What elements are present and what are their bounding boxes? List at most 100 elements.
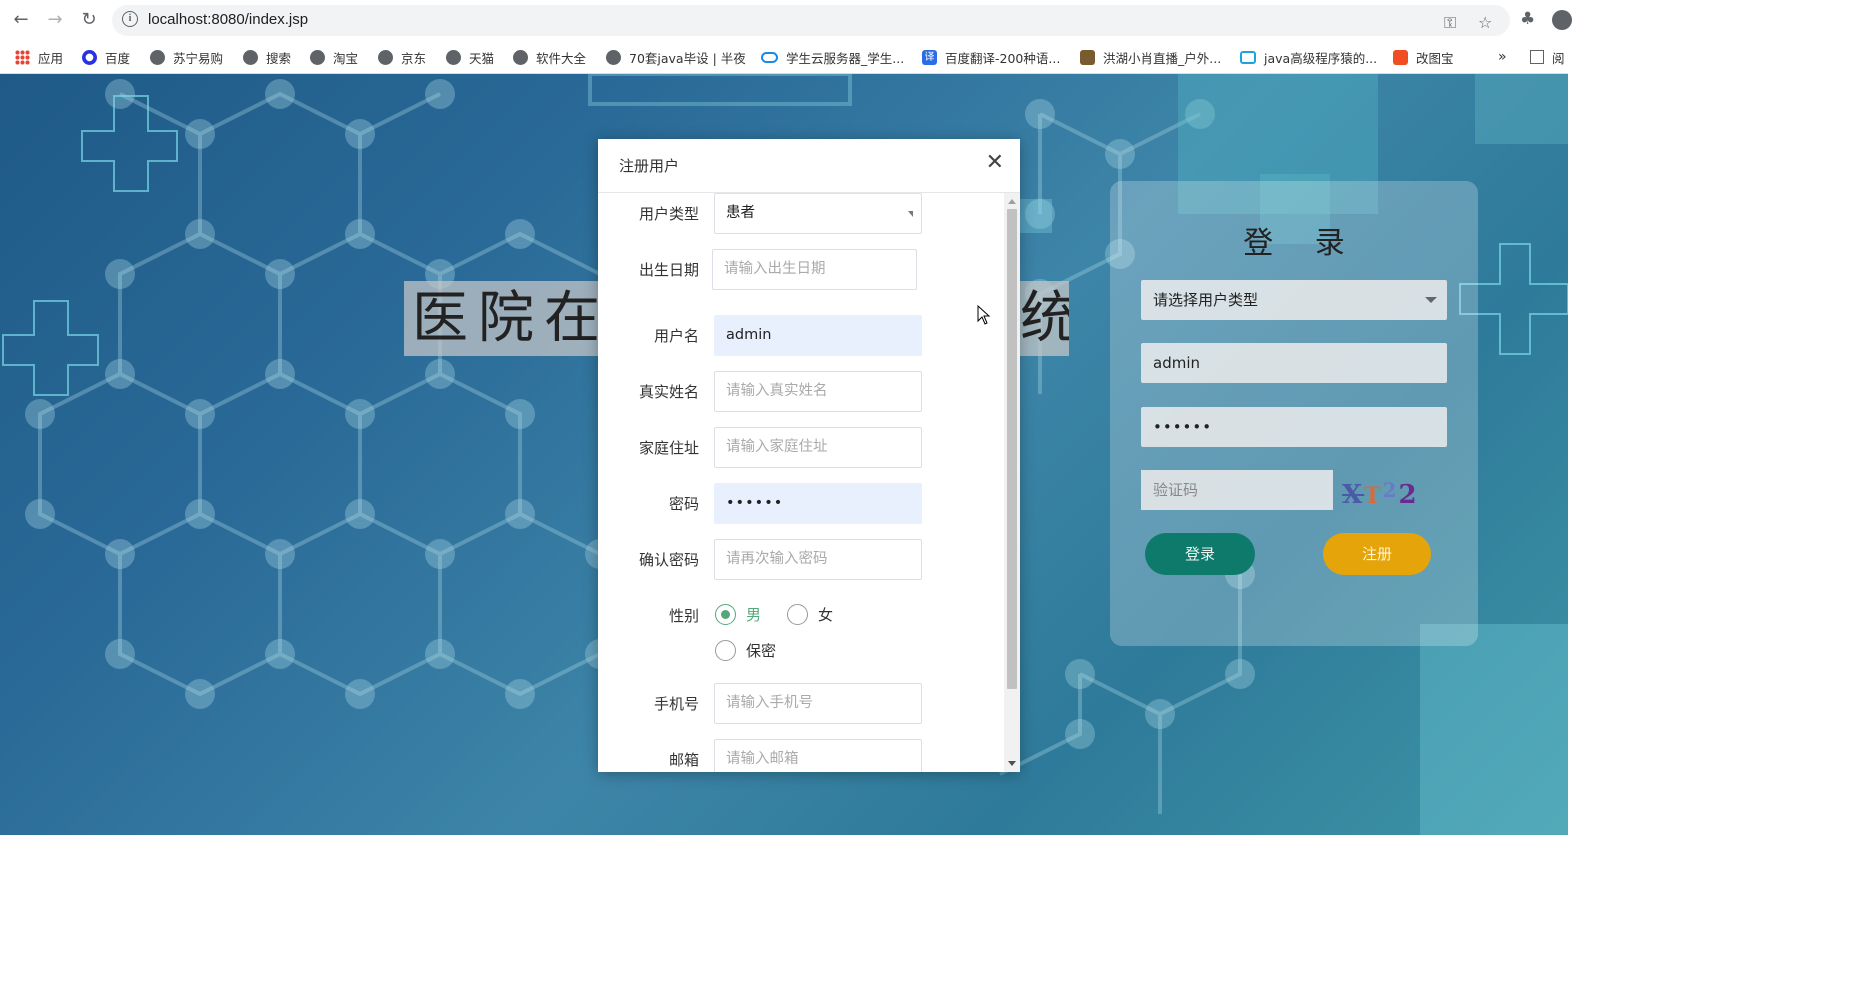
captcha-char: 2 — [1382, 478, 1399, 502]
phone-input[interactable]: 请输入手机号 — [714, 683, 922, 724]
bookmark-live-stream[interactable]: 洪湖小肖直播_户外... — [1080, 47, 1221, 67]
arrow-right-icon[interactable]: → — [44, 9, 66, 31]
register-dialog: 注册用户 ✕ 用户类型 患者 出生日期 请输入出生日期 用户名 admin 真实… — [598, 139, 1020, 772]
globe-icon — [513, 49, 528, 65]
globe-icon — [446, 49, 461, 65]
birthdate-input[interactable]: 请输入出生日期 — [712, 249, 917, 290]
address-input[interactable]: 请输入家庭住址 — [714, 427, 922, 468]
radio-label: 保密 — [746, 642, 777, 660]
register-button[interactable]: 注册 — [1323, 533, 1431, 575]
bookmarks-overflow[interactable]: » — [1498, 47, 1507, 67]
dialog-body: 用户类型 患者 出生日期 请输入出生日期 用户名 admin 真实姓名 请输入真… — [598, 193, 1004, 772]
password-input[interactable]: •••••• — [1141, 407, 1447, 447]
globe-icon — [243, 49, 258, 65]
captcha-char: X — [1342, 480, 1365, 510]
bookmark-label: 京东 — [401, 50, 427, 66]
bookmark-suning[interactable]: 苏宁易购 — [150, 47, 223, 67]
bookmarks-bar: 应用 ● 百度 苏宁易购 搜索 淘宝 京东 天猫 软件大全 70套java毕设 |… — [0, 40, 1568, 74]
bookmark-bilibili[interactable]: java高级程序猿的... — [1240, 47, 1377, 67]
form-row-phone: 手机号 请输入手机号 — [598, 683, 1004, 724]
profile-avatar-icon[interactable] — [1552, 10, 1572, 30]
baidu-paw-icon: ● — [82, 49, 97, 65]
form-row-user-type: 用户类型 患者 — [598, 193, 1004, 234]
bookmark-student-cloud[interactable]: 学生云服务器_学生... — [761, 47, 904, 67]
address-bar[interactable]: i localhost:8080/index.jsp ⚿ ☆ — [112, 5, 1510, 36]
field-label: 用户类型 — [638, 205, 699, 223]
star-icon[interactable]: ☆ — [1478, 13, 1492, 32]
bookmark-search[interactable]: 搜索 — [243, 47, 291, 67]
captcha-image[interactable]: XT22 — [1342, 471, 1434, 510]
radio-label: 男 — [746, 606, 762, 624]
scroll-thumb[interactable] — [1007, 209, 1017, 689]
bookmark-label: java高级程序猿的... — [1264, 50, 1378, 66]
globe-icon — [150, 49, 165, 65]
bookmark-label: 洪湖小肖直播_户外... — [1103, 50, 1222, 66]
login-button[interactable]: 登录 — [1145, 533, 1255, 575]
field-label: 性别 — [668, 607, 699, 625]
field-label: 家庭住址 — [638, 439, 699, 457]
captcha-char: 2 — [1398, 480, 1419, 510]
bookmark-label: 苏宁易购 — [173, 50, 224, 66]
username-input[interactable]: admin — [1141, 343, 1447, 383]
close-icon[interactable]: ✕ — [986, 151, 1004, 175]
radio-label: 女 — [818, 606, 834, 624]
bookmark-label: 70套java毕设 | 半夜 — [629, 50, 746, 66]
captcha-input[interactable]: 验证码 — [1141, 470, 1333, 510]
login-title: 登 录 — [1243, 226, 1361, 261]
extensions-puzzle-icon[interactable]: ♣ — [1520, 9, 1535, 29]
bookmark-software[interactable]: 软件大全 — [513, 47, 586, 67]
bookmark-taobao[interactable]: 淘宝 — [310, 47, 358, 67]
dialog-scrollbar[interactable] — [1004, 193, 1020, 772]
form-row-address: 家庭住址 请输入家庭住址 — [598, 427, 1004, 468]
field-label: 手机号 — [653, 695, 699, 713]
gender-radio-private[interactable]: 保密 — [715, 640, 776, 661]
radio-unchecked-icon — [715, 640, 736, 661]
reload-icon[interactable]: ↻ — [78, 9, 100, 31]
browser-toolbar: ← → ↻ i localhost:8080/index.jsp ⚿ ☆ ♣ — [0, 0, 1572, 40]
bookmark-label: 软件大全 — [536, 50, 587, 66]
page-title-right: 统 — [1020, 286, 1069, 351]
bookmark-java-projects[interactable]: 70套java毕设 | 半夜 — [606, 47, 746, 67]
email-input[interactable]: 请输入邮箱 — [714, 739, 922, 772]
bookmark-baidu[interactable]: ● 百度 — [82, 47, 130, 67]
password-input[interactable]: •••••• — [714, 483, 922, 524]
form-row-email: 邮箱 请输入邮箱 — [598, 739, 1004, 772]
field-label: 邮箱 — [668, 751, 699, 769]
globe-icon — [606, 49, 621, 65]
username-input[interactable]: admin — [714, 315, 922, 356]
field-label: 真实姓名 — [638, 383, 699, 401]
dialog-header: 注册用户 ✕ — [598, 139, 1020, 193]
form-row-confirm-password: 确认密码 请再次输入密码 — [598, 539, 1004, 580]
scroll-down-arrow-icon[interactable] — [1008, 761, 1016, 766]
arrow-left-icon[interactable]: ← — [10, 9, 32, 31]
bookmark-label: 百度 — [105, 50, 131, 66]
site-info-icon[interactable]: i — [122, 11, 138, 27]
bookmark-label: 改图宝 — [1416, 50, 1454, 66]
confirm-password-input[interactable]: 请再次输入密码 — [714, 539, 922, 580]
apps-grid-icon — [15, 49, 30, 65]
bookmark-jd[interactable]: 京东 — [378, 47, 426, 67]
key-icon[interactable]: ⚿ — [1444, 13, 1456, 33]
bookmark-gaitubao[interactable]: 改图宝 — [1393, 47, 1454, 67]
bookmark-apps[interactable]: 应用 — [15, 47, 63, 67]
captcha-char: T — [1364, 483, 1383, 509]
mouse-cursor-icon — [977, 305, 991, 325]
reading-list[interactable]: 阅 — [1530, 47, 1565, 67]
form-row-real-name: 真实姓名 请输入真实姓名 — [598, 371, 1004, 412]
field-label: 密码 — [668, 495, 699, 513]
cloud-icon — [761, 51, 778, 63]
url-text[interactable]: localhost:8080/index.jsp — [148, 11, 308, 28]
real-name-input[interactable]: 请输入真实姓名 — [714, 371, 922, 412]
scroll-up-arrow-icon[interactable] — [1008, 199, 1016, 204]
user-type-select[interactable]: 患者 — [714, 193, 922, 234]
gender-radio-male[interactable]: 男 — [715, 604, 761, 625]
field-label: 用户名 — [653, 327, 699, 345]
bookmark-label: 搜索 — [266, 50, 292, 66]
dialog-title: 注册用户 — [619, 157, 680, 175]
user-type-select[interactable]: 请选择用户类型 — [1141, 280, 1447, 320]
bookmark-baidu-translate[interactable]: 译百度翻译-200种语... — [922, 47, 1060, 67]
radio-unchecked-icon — [787, 604, 808, 625]
bookmark-tmall[interactable]: 天猫 — [446, 47, 494, 67]
bookmark-label: 学生云服务器_学生... — [786, 50, 905, 66]
gender-radio-female[interactable]: 女 — [787, 604, 833, 625]
